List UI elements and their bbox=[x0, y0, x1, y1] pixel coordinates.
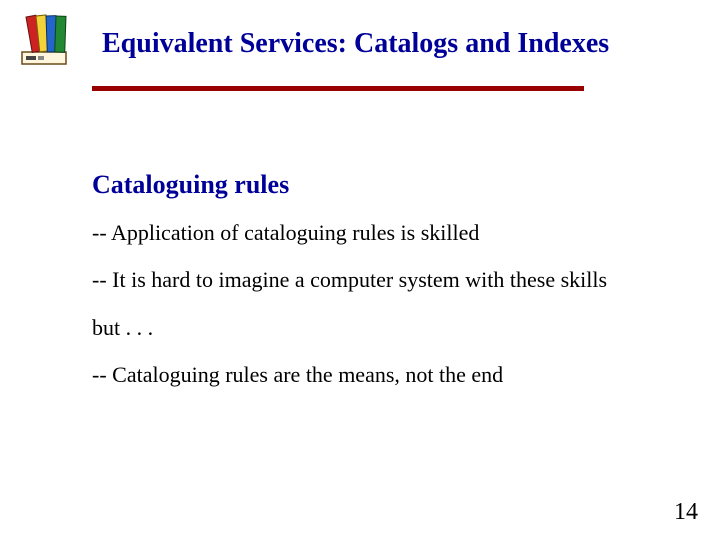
slide-title: Equivalent Services: Catalogs and Indexe… bbox=[102, 28, 609, 60]
bullet-line: -- Cataloguing rules are the means, not … bbox=[92, 362, 682, 387]
slide: Equivalent Services: Catalogs and Indexe… bbox=[0, 0, 720, 540]
bullet-line: but . . . bbox=[92, 315, 682, 340]
title-underline bbox=[92, 86, 584, 91]
bullet-line: -- It is hard to imagine a computer syst… bbox=[92, 267, 682, 292]
section-heading: Cataloguing rules bbox=[92, 170, 682, 200]
books-on-shelf-icon bbox=[18, 14, 82, 70]
bullet-line: -- Application of cataloguing rules is s… bbox=[92, 220, 682, 245]
content-area: Cataloguing rules -- Application of cata… bbox=[92, 170, 682, 409]
page-number: 14 bbox=[674, 499, 698, 526]
